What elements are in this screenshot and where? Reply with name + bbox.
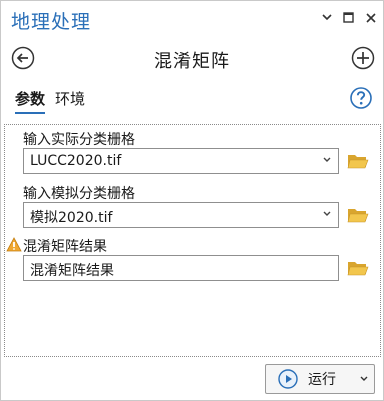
add-button[interactable] <box>351 46 375 70</box>
maximize-icon[interactable] <box>342 11 355 24</box>
output-input[interactable]: 混淆矩阵结果 <box>23 255 339 281</box>
folder-icon <box>347 209 369 223</box>
output-label: 混淆矩阵结果 <box>23 239 107 255</box>
simulated-raster-dropdown[interactable]: 模拟2020.tif <box>23 202 339 228</box>
output-browse-button[interactable] <box>347 259 369 277</box>
simulated-raster-browse-button[interactable] <box>347 206 369 224</box>
actual-raster-label: 输入实际分类栅格 <box>23 132 135 148</box>
warning-icon <box>6 237 22 252</box>
pane-title: 地理处理 <box>11 11 92 33</box>
actual-raster-browse-button[interactable] <box>347 152 369 170</box>
simulated-raster-label: 输入模拟分类栅格 <box>23 186 135 202</box>
help-icon <box>350 87 372 109</box>
folder-icon <box>347 262 369 276</box>
tab-parameters[interactable]: 参数 <box>15 88 46 114</box>
tab-environments[interactable]: 环境 <box>55 88 85 114</box>
chevron-down-icon <box>323 211 331 216</box>
plus-icon <box>351 46 375 70</box>
chevron-down-icon[interactable] <box>359 374 369 384</box>
footer-bar: 运行 <box>1 357 383 400</box>
actual-raster-value: LUCC2020.tif <box>30 153 122 169</box>
tool-title: 混淆矩阵 <box>154 51 230 72</box>
pane-controls <box>320 11 377 24</box>
pane-title-bar: 地理处理 <box>1 1 383 37</box>
help-button[interactable] <box>350 87 372 109</box>
run-button[interactable]: 运行 <box>265 364 375 394</box>
output-value: 混淆矩阵结果 <box>30 263 114 279</box>
chevron-down-icon <box>323 157 331 162</box>
play-icon <box>278 369 298 389</box>
tool-header: 混淆矩阵 <box>1 41 383 75</box>
run-label: 运行 <box>308 372 336 388</box>
geoprocessing-pane: 地理处理 混淆矩阵 参数 环境 输入实际分类栅格 LUCC2020.tif 输入… <box>0 0 384 401</box>
actual-raster-dropdown[interactable]: LUCC2020.tif <box>23 148 339 174</box>
folder-icon <box>347 155 369 169</box>
options-dropdown-icon[interactable] <box>320 11 333 24</box>
close-icon[interactable] <box>364 11 377 24</box>
tab-strip: 参数 环境 <box>15 88 85 114</box>
simulated-raster-value: 模拟2020.tif <box>30 210 113 226</box>
